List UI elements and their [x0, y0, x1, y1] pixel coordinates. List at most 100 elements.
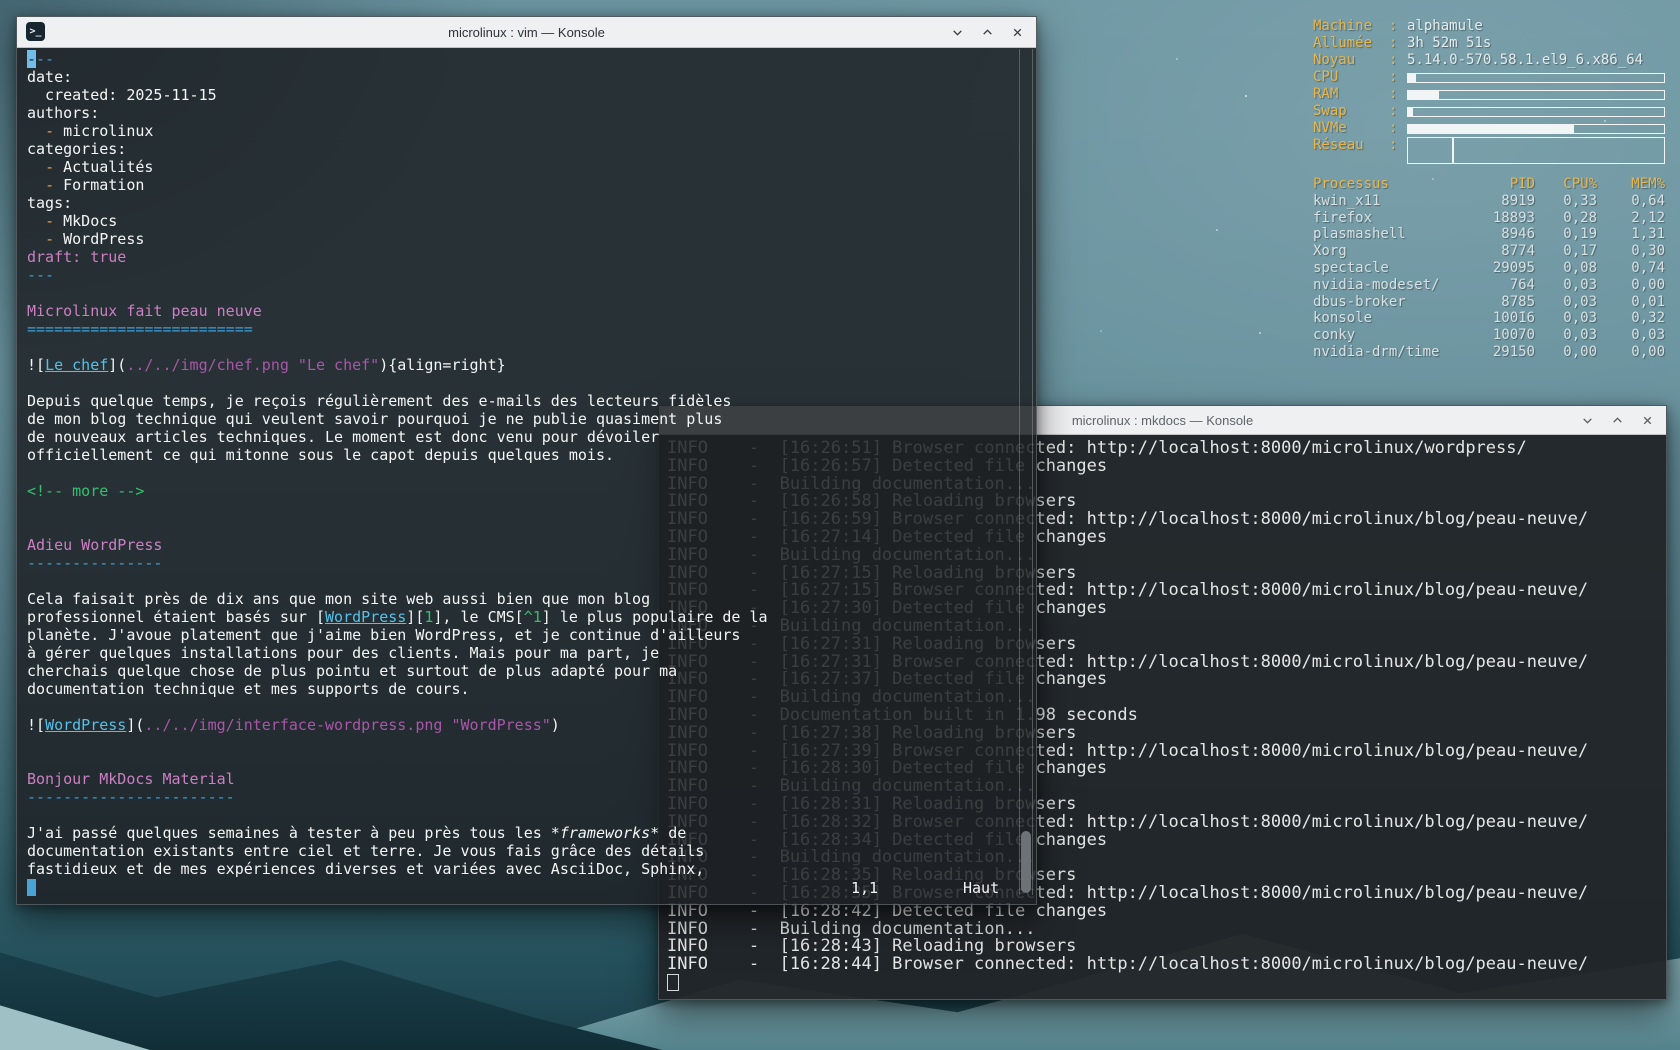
- process-name: spectacle: [1313, 259, 1389, 276]
- process-value: 0,03: [1631, 327, 1665, 344]
- conky-colon: :: [1389, 18, 1398, 34]
- process-value: 0,74: [1631, 259, 1665, 276]
- vim-text-segment: created: 2025-11-15: [27, 86, 217, 104]
- process-name: conky: [1313, 327, 1356, 344]
- vim-line: categories:: [27, 140, 1036, 158]
- conky-colon: :: [1389, 35, 1398, 51]
- vim-ruler: 1,1: [851, 879, 879, 897]
- process-value: 29150: [1492, 343, 1535, 360]
- vim-text-segment: de mon blog technique qui veulent savoir…: [27, 410, 723, 428]
- vim-line: de nouveaux articles techniques. Le mome…: [27, 428, 1036, 446]
- vim-text-segment: <!-- more -->: [27, 482, 145, 500]
- vim-text-segment: ], le CMS[: [433, 608, 524, 626]
- vim-text-segment: de nouveaux articles techniques. Le mome…: [27, 428, 660, 446]
- process-value: 0,08: [1563, 259, 1597, 276]
- conky-value: alphamule: [1407, 18, 1483, 34]
- vim-text-segment: ![: [27, 716, 46, 734]
- process-row: firefox 18893 0,28 2,12: [1313, 210, 1665, 227]
- process-value: 8919: [1501, 192, 1535, 209]
- conky-colon: :: [1389, 52, 1398, 68]
- conky-colon: :: [1389, 69, 1398, 85]
- vim-text-segment: professionnel étaient basés sur [: [27, 608, 326, 626]
- vim-scroll-position: Haut: [963, 879, 1000, 897]
- vim-line: draft: true: [27, 248, 1036, 266]
- vim-scrollbar-thumb[interactable]: [1021, 831, 1031, 893]
- vim-text-segment: -----------------------: [27, 788, 235, 806]
- process-column-header: CPU%: [1563, 176, 1597, 192]
- process-value: 0,28: [1563, 209, 1597, 226]
- vim-text-segment: -: [27, 50, 37, 68]
- maximize-button[interactable]: [980, 25, 994, 39]
- minimize-button[interactable]: [950, 25, 964, 39]
- process-value: 0,00: [1563, 343, 1597, 360]
- process-name: kwin_x11: [1313, 192, 1381, 209]
- vim-text-segment: microlinux: [63, 122, 154, 140]
- mkdocs-window-title: microlinux : mkdocs — Konsole: [1071, 412, 1254, 428]
- close-button[interactable]: [1640, 413, 1654, 427]
- maximize-button[interactable]: [1610, 413, 1624, 427]
- vim-line: [27, 374, 1036, 392]
- process-value: 10016: [1492, 310, 1535, 327]
- vim-text-segment: categories:: [27, 140, 127, 158]
- vim-cursor-block: [27, 879, 36, 896]
- process-row: spectacle 29095 0,08 0,74: [1313, 260, 1665, 277]
- vim-text-segment: Microlinux fait peau neuve: [27, 302, 262, 320]
- vim-text-segment: Formation: [63, 176, 145, 194]
- conky-info-row: Réseau:: [1313, 137, 1665, 165]
- vim-status-line: 1,1 Haut: [17, 879, 1036, 897]
- process-column-header: MEM%: [1631, 176, 1665, 192]
- process-value: 0,00: [1631, 343, 1665, 360]
- process-value: 1,31: [1631, 226, 1665, 243]
- wallpaper-mountain-corner: [0, 1005, 150, 1050]
- conky-system-monitor: Machine: alphamule Allumée:3h 52m 51s Noyau…: [1313, 18, 1665, 361]
- vim-text-segment: ---------------: [27, 554, 163, 572]
- conky-network-graph: [1407, 137, 1665, 164]
- vim-line: documentation technique et mes supports …: [27, 680, 1036, 698]
- vim-line: [27, 284, 1036, 302]
- vim-text-segment: planète. J'avoue platement que j'aime bi…: [27, 626, 741, 644]
- vim-editor-buffer[interactable]: --- date: created: 2025-11-15 authors: - m…: [17, 47, 1036, 904]
- process-value: 0,03: [1563, 310, 1597, 327]
- process-value: 8785: [1501, 293, 1535, 310]
- conky-info-block: Machine: alphamule Allumée:3h 52m 51s Noyau…: [1313, 18, 1665, 165]
- close-button[interactable]: [1010, 25, 1024, 39]
- vim-line: officiellement ce qui mitonne sous le ca…: [27, 446, 1036, 464]
- vim-line: [27, 698, 1036, 716]
- vim-text-segment: ^1: [523, 608, 542, 626]
- vim-line: ![WordPress](../../img/interface-wordpre…: [27, 716, 1036, 734]
- vim-text-segment: documentation existants entre ciel et te…: [27, 842, 705, 860]
- close-icon: [1641, 414, 1654, 427]
- vim-text-segment: Bonjour MkDocs Material: [27, 770, 235, 788]
- vim-text-segment: ](: [126, 716, 145, 734]
- chevron-down-icon: [951, 26, 964, 39]
- vim-window-controls: [950, 17, 1024, 47]
- vim-scrollbar[interactable]: [1019, 49, 1033, 895]
- vim-text-segment: ][: [406, 608, 425, 626]
- close-icon: [1011, 26, 1024, 39]
- chevron-up-icon: [981, 26, 994, 39]
- vim-text-segment: ---: [27, 266, 55, 284]
- vim-text-segment: -: [45, 122, 64, 140]
- vim-window-titlebar[interactable]: >_ microlinux : vim — Konsole: [17, 17, 1036, 48]
- vim-text-segment: officiellement ce qui mitonne sous le ca…: [27, 446, 614, 464]
- conky-label: RAM: [1313, 86, 1339, 102]
- conky-label: Allumée: [1313, 35, 1373, 51]
- log-cursor-line: [667, 973, 1666, 992]
- conky-colon: :: [1389, 103, 1398, 119]
- minimize-button[interactable]: [1580, 413, 1594, 427]
- conky-label: Noyau: [1313, 52, 1356, 68]
- process-name: firefox: [1313, 209, 1373, 226]
- conky-network-spike: [1451, 138, 1454, 163]
- conky-bar: [1407, 72, 1665, 83]
- vim-text-segment: de: [659, 824, 687, 842]
- process-row: Xorg 8774 0,17 0,30: [1313, 243, 1665, 260]
- conky-label: NVMe: [1313, 120, 1347, 136]
- konsole-icon: >_: [26, 22, 45, 41]
- vim-line: documentation existants entre ciel et te…: [27, 842, 1036, 860]
- vim-line: - Formation: [27, 176, 1036, 194]
- process-value: 29095: [1492, 259, 1535, 276]
- vim-text-segment: J'ai passé quelques semaines à tester à …: [27, 824, 551, 842]
- conky-bar-fill: [1408, 90, 1439, 99]
- vim-line: ![Le chef](../../img/chef.png "Le chef")…: [27, 356, 1036, 374]
- conky-process-table: Processus PID CPU% MEM% kwin_x11 8919 0,33 0,64…: [1313, 176, 1665, 361]
